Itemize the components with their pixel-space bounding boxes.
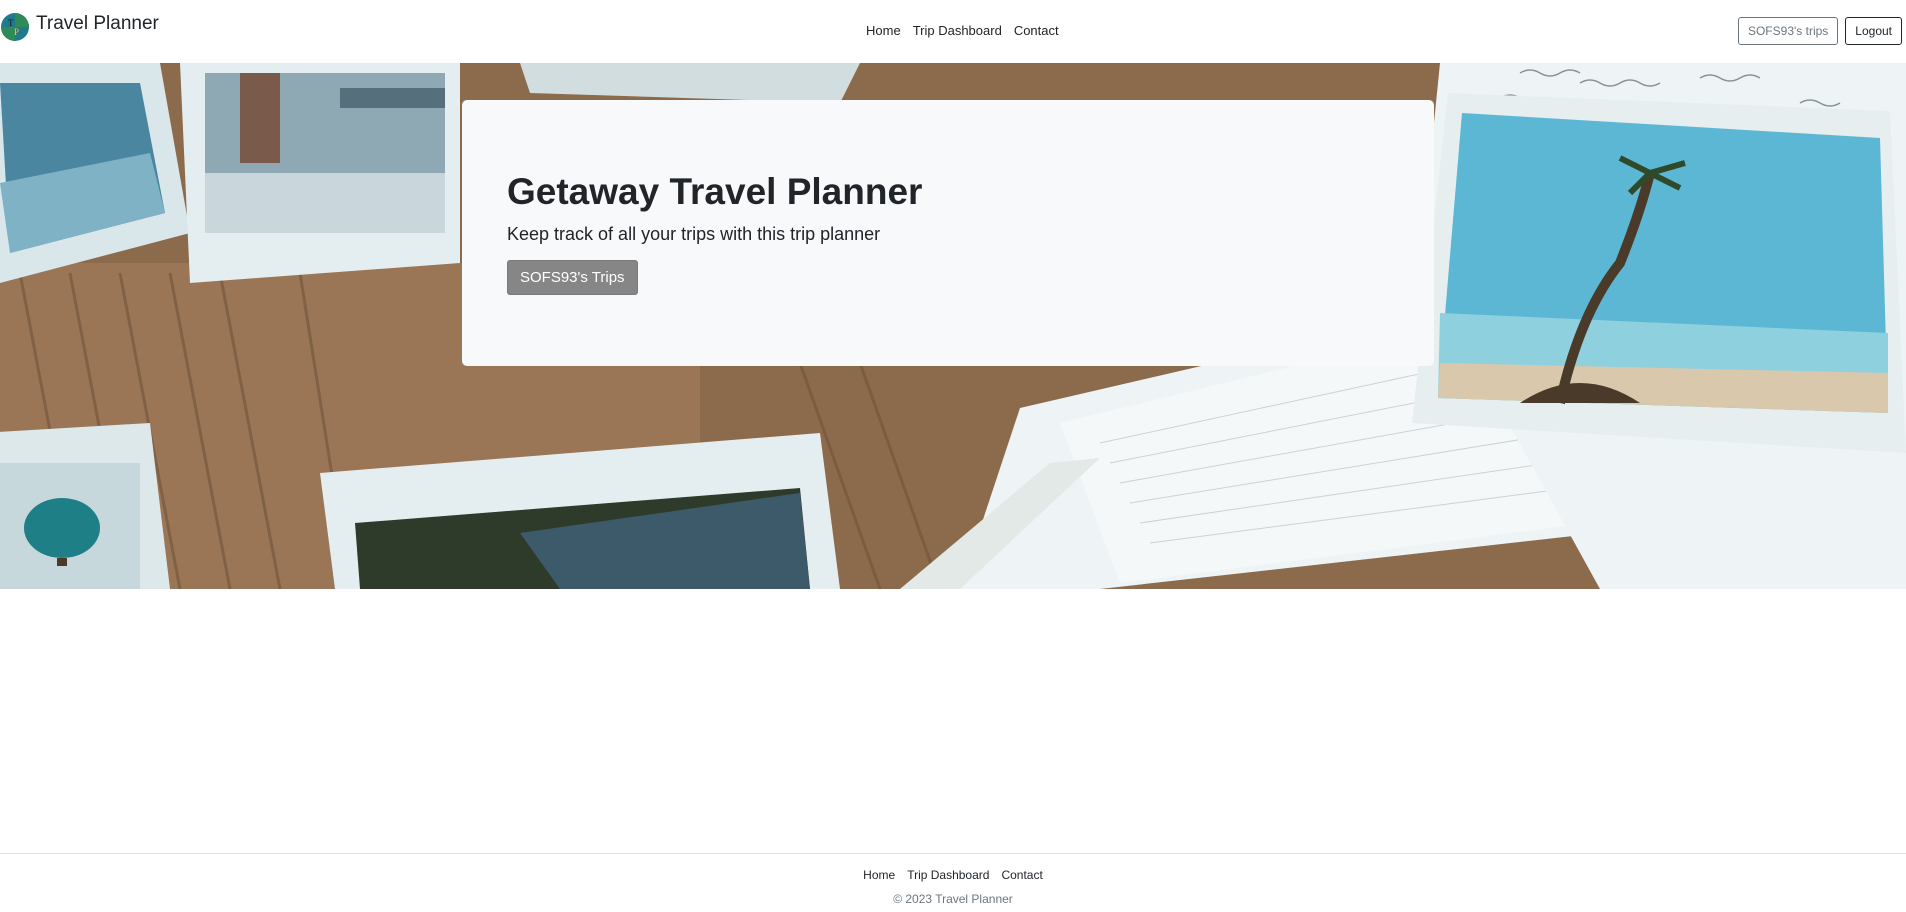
nav-trip-dashboard-link[interactable]: Trip Dashboard [907, 22, 1008, 39]
brand-name: Travel Planner [36, 13, 159, 34]
main-nav: Home Trip Dashboard Contact [860, 22, 1065, 39]
top-navbar: T P Travel Planner Home Trip Dashboard C… [0, 0, 1906, 63]
travel-planner-logo-icon: T P [1, 13, 29, 41]
user-actions: SOFS93's trips Logout [1737, 17, 1902, 45]
hero-card: Getaway Travel Planner Keep track of all… [462, 100, 1434, 366]
hero-trips-button[interactable]: SOFS93's Trips [507, 260, 638, 295]
brand-link[interactable]: T P Travel Planner [0, 12, 159, 42]
svg-text:P: P [14, 27, 19, 37]
copyright-text: © 2023 Travel Planner [893, 892, 1013, 906]
footer-contact-link[interactable]: Contact [995, 868, 1048, 883]
page-footer: Home Trip Dashboard Contact © 2023 Trave… [0, 853, 1906, 912]
hero-subtitle: Keep track of all your trips with this t… [507, 224, 881, 244]
nav-home-link[interactable]: Home [860, 22, 907, 39]
user-trips-button[interactable]: SOFS93's trips [1737, 17, 1839, 45]
footer-home-link[interactable]: Home [857, 868, 901, 883]
hero-title: Getaway Travel Planner [507, 171, 923, 212]
nav-contact-link[interactable]: Contact [1008, 22, 1065, 39]
footer-trip-dashboard-link[interactable]: Trip Dashboard [901, 868, 995, 883]
hero-section: Getaway Travel Planner Keep track of all… [0, 63, 1906, 589]
footer-nav: Home Trip Dashboard Contact [0, 868, 1906, 883]
logout-button[interactable]: Logout [1845, 17, 1902, 45]
